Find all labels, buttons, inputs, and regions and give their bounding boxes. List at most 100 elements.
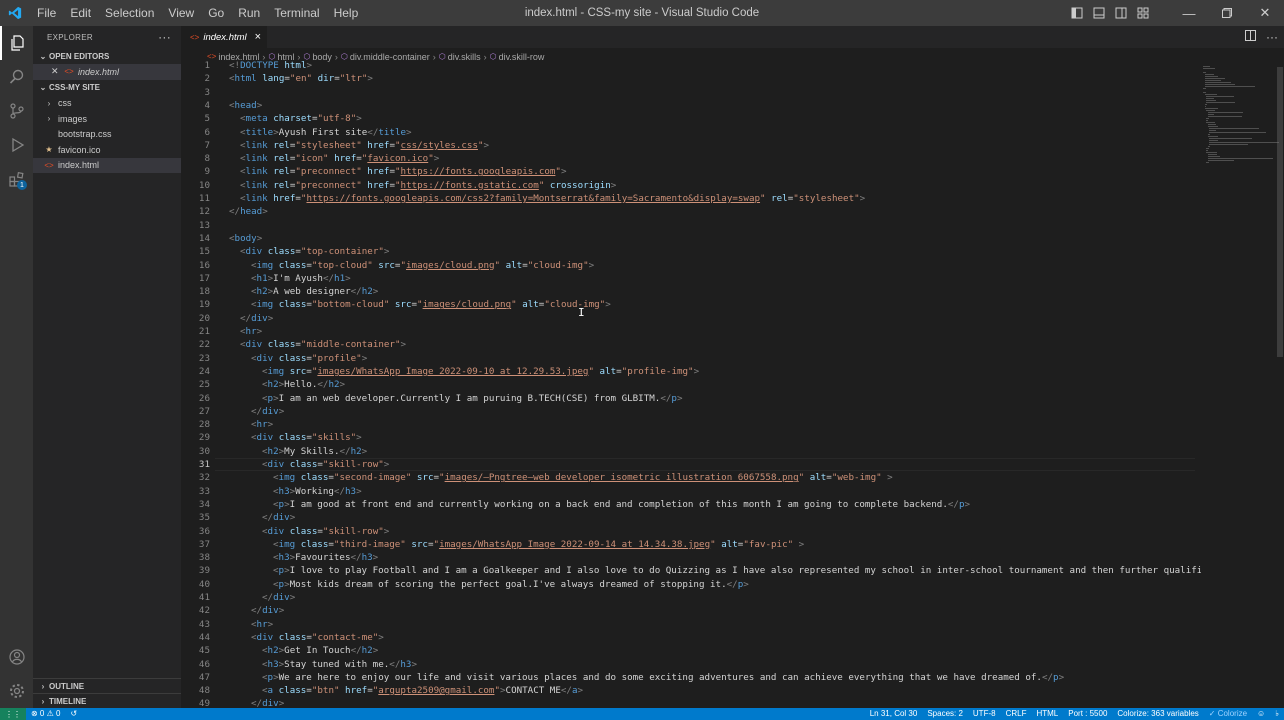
open-editor-item[interactable]: ✕ <> index.html xyxy=(33,64,181,80)
breadcrumb-item[interactable]: body xyxy=(312,52,332,62)
scrollbar-thumb[interactable] xyxy=(1277,67,1283,357)
menu-view[interactable]: View xyxy=(161,0,201,26)
tree-file[interactable]: ★ favicon.ico xyxy=(33,142,181,158)
tab-index-html[interactable]: <> index.html × xyxy=(181,26,267,48)
code-line[interactable]: 46 <h3>Stay tuned with me.</h3> xyxy=(181,658,1201,671)
minimap[interactable] xyxy=(1201,61,1279,708)
code-line[interactable]: 32 <img class="second-image" src="images/… xyxy=(181,471,1201,484)
remote-icon[interactable]: ⋮⋮ xyxy=(0,708,26,720)
feedback-icon[interactable]: ☺ xyxy=(1252,708,1270,720)
code-line[interactable]: 44 <div class="contact-me"> xyxy=(181,631,1201,644)
encoding-status[interactable]: UTF-8 xyxy=(968,708,1001,720)
code-line[interactable]: 39 <p>I love to play Football and I am a … xyxy=(181,564,1201,577)
live-share-icon[interactable]: ↺ xyxy=(65,708,82,720)
menu-selection[interactable]: Selection xyxy=(98,0,161,26)
code-line[interactable]: 43 <hr> xyxy=(181,618,1201,631)
code-line[interactable]: 38 <h3>Favourites</h3> xyxy=(181,551,1201,564)
colorize-variables-status[interactable]: Colorize: 363 variables xyxy=(1112,708,1203,720)
breadcrumb-item[interactable]: div.skill-row xyxy=(499,52,545,62)
code-line[interactable]: 47 <p>We are here to enjoy our life and v… xyxy=(181,671,1201,684)
code-line[interactable]: 29 <div class="skills"> xyxy=(181,431,1201,444)
tree-file[interactable]: <> index.html xyxy=(33,157,181,173)
code-line[interactable]: 5 <meta charset="utf-8"> xyxy=(181,112,1201,125)
run-debug-icon[interactable] xyxy=(0,128,33,162)
code-line[interactable]: 10 <link rel="preconnect" href="https://f… xyxy=(181,179,1201,192)
code-line[interactable]: 16 <img class="top-cloud" src="images/clo… xyxy=(181,259,1201,272)
search-icon[interactable] xyxy=(0,60,33,94)
code-line[interactable]: 14 <body> xyxy=(181,232,1201,245)
menu-help[interactable]: Help xyxy=(327,0,366,26)
account-icon[interactable] xyxy=(0,640,33,674)
code-line[interactable]: 26 <p>I am an web developer.Currently I a… xyxy=(181,392,1201,405)
code-line[interactable]: 7 <link rel="stylesheet" href="css/styles… xyxy=(181,139,1201,152)
split-editor-icon[interactable] xyxy=(1245,30,1256,44)
code-line[interactable]: 1 <!DOCTYPE html> xyxy=(181,61,1201,72)
code-line[interactable]: 6 <title>Ayush First site</title> xyxy=(181,126,1201,139)
breadcrumb-item[interactable]: div.skills xyxy=(448,52,481,62)
code-line[interactable]: 27 </div> xyxy=(181,405,1201,418)
eol-status[interactable]: CRLF xyxy=(1001,708,1032,720)
tab-close-icon[interactable]: × xyxy=(255,31,261,43)
tree-folder[interactable]: › css xyxy=(33,96,181,112)
close-icon[interactable]: ✕ xyxy=(51,66,63,77)
vertical-scrollbar[interactable] xyxy=(1276,61,1284,708)
gear-icon[interactable] xyxy=(0,674,33,708)
live-server-port[interactable]: Port : 5500 xyxy=(1063,708,1112,720)
code-line[interactable]: 40 <p>Most kids dream of scoring the perf… xyxy=(181,578,1201,591)
code-line[interactable]: 30 <h2>My Skills.</h2> xyxy=(181,445,1201,458)
menu-file[interactable]: File xyxy=(30,0,63,26)
tree-folder[interactable]: › images xyxy=(33,111,181,127)
code-line[interactable]: 13 xyxy=(181,219,1201,232)
code-line[interactable]: 15 <div class="top-container"> xyxy=(181,245,1201,258)
code-line[interactable]: 42 </div> xyxy=(181,604,1201,617)
code-line[interactable]: 34 <p>I am good at front end and currentl… xyxy=(181,498,1201,511)
code-line[interactable]: 21 <hr> xyxy=(181,325,1201,338)
code-line[interactable]: 23 <div class="profile"> xyxy=(181,352,1201,365)
code-line[interactable]: 9 <link rel="preconnect" href="https://fo… xyxy=(181,165,1201,178)
code-line[interactable]: 25 <h2>Hello.</h2> xyxy=(181,378,1201,391)
problems-status[interactable]: ⊗ 0 ⚠ 0 xyxy=(26,708,65,720)
code-line[interactable]: 33 <h3>Working</h3> xyxy=(181,485,1201,498)
code-line[interactable]: 17 <h1>I'm Ayush</h1> xyxy=(181,272,1201,285)
cursor-position[interactable]: Ln 31, Col 30 xyxy=(865,708,923,720)
code-line[interactable]: 35 </div> xyxy=(181,511,1201,524)
timeline-section[interactable]: › TIMELINE xyxy=(33,693,181,708)
colorize-status[interactable]: ✓ Colorize xyxy=(1204,708,1252,720)
menu-run[interactable]: Run xyxy=(231,0,267,26)
code-line[interactable]: 45 <h2>Get In Touch</h2> xyxy=(181,644,1201,657)
code-line[interactable]: 24 <img src="images/WhatsApp Image 2022-0… xyxy=(181,365,1201,378)
menu-terminal[interactable]: Terminal xyxy=(267,0,326,26)
menu-edit[interactable]: Edit xyxy=(63,0,98,26)
code-line[interactable]: 48 <a class="btn" href="argupta2509@gmail… xyxy=(181,684,1201,697)
breadcrumb-item[interactable]: index.html xyxy=(218,52,259,62)
code-line[interactable]: 49 </div> xyxy=(181,697,1201,708)
code-line[interactable]: 22 <div class="middle-container"> xyxy=(181,338,1201,351)
more-actions-icon[interactable]: ··· xyxy=(158,30,171,44)
code-line[interactable]: 31 <div class="skill-row"> xyxy=(181,458,1201,471)
code-line[interactable]: 20 </div> xyxy=(181,312,1201,325)
code-line[interactable]: 28 <hr> xyxy=(181,418,1201,431)
restore-button[interactable] xyxy=(1208,0,1246,26)
code-line[interactable]: 36 <div class="skill-row"> xyxy=(181,525,1201,538)
open-editors-section[interactable]: ⌄ OPEN EDITORS xyxy=(33,48,181,64)
code-line[interactable]: 11 <link href="https://fonts.googleapis.c… xyxy=(181,192,1201,205)
toggle-secondary-sidebar-icon[interactable] xyxy=(1110,0,1132,26)
project-section[interactable]: ⌄ CSS-MY SITE xyxy=(33,80,181,96)
code-line[interactable]: 41 </div> xyxy=(181,591,1201,604)
more-actions-icon[interactable]: ··· xyxy=(1266,30,1278,44)
code-line[interactable]: 12 </head> xyxy=(181,205,1201,218)
customize-layout-icon[interactable] xyxy=(1132,0,1154,26)
toggle-sidebar-icon[interactable] xyxy=(1066,0,1088,26)
code-line[interactable]: 4 <head> xyxy=(181,99,1201,112)
code-line[interactable]: 18 <h2>A web designer</h2> xyxy=(181,285,1201,298)
outline-section[interactable]: › OUTLINE xyxy=(33,678,181,693)
code-line[interactable]: 37 <img class="third-image" src="images/W… xyxy=(181,538,1201,551)
tree-file[interactable]: bootstrap.css xyxy=(33,127,181,143)
extensions-icon[interactable]: 1 xyxy=(0,162,33,196)
minimize-button[interactable]: — xyxy=(1170,0,1208,26)
source-control-icon[interactable] xyxy=(0,94,33,128)
breadcrumb-item[interactable]: html xyxy=(277,52,294,62)
close-window-button[interactable]: ✕ xyxy=(1246,0,1284,26)
code-line[interactable]: 19 <img class="bottom-cloud" src="images/… xyxy=(181,298,1201,311)
explorer-icon[interactable] xyxy=(0,26,33,60)
